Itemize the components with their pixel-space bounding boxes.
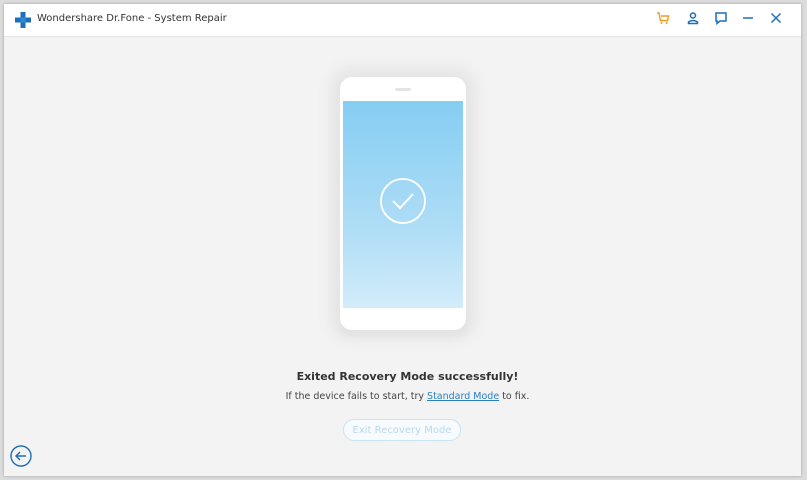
cart-icon — [656, 11, 670, 30]
feedback-button[interactable] — [712, 11, 730, 29]
help-text: If the device fails to start, try Standa… — [4, 391, 801, 402]
account-button[interactable] — [684, 11, 702, 29]
back-button[interactable] — [10, 445, 32, 467]
close-icon — [769, 11, 783, 30]
feedback-icon — [714, 11, 728, 30]
back-arrow-icon — [10, 445, 32, 471]
drfone-logo-icon — [15, 12, 31, 28]
minimize-icon — [741, 11, 755, 30]
minimize-button[interactable] — [739, 11, 757, 29]
help-text-prefix: If the device fails to start, try — [285, 391, 428, 402]
title-bar: Wondershare Dr.Fone - System Repair — [4, 4, 801, 37]
close-button[interactable] — [767, 11, 785, 29]
app-window: Wondershare Dr.Fone - System Repair Exit… — [4, 4, 801, 476]
account-icon — [686, 11, 700, 30]
success-check-icon — [379, 177, 427, 225]
cart-button[interactable] — [654, 11, 672, 29]
help-text-suffix: to fix. — [499, 391, 530, 402]
status-headline: Exited Recovery Mode successfully! — [296, 370, 519, 383]
exit-recovery-mode-button[interactable]: Exit Recovery Mode — [343, 419, 461, 441]
phone-screen — [343, 101, 463, 308]
standard-mode-link[interactable]: Standard Mode — [427, 391, 499, 402]
phone-speaker — [395, 88, 411, 91]
window-title: Wondershare Dr.Fone - System Repair — [37, 13, 227, 24]
phone-illustration — [340, 77, 466, 330]
